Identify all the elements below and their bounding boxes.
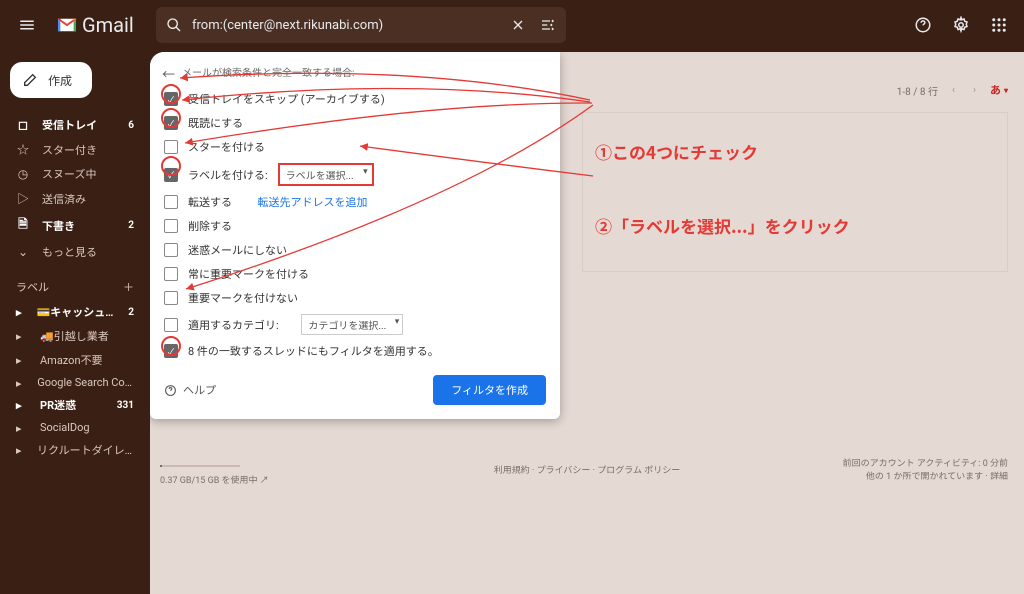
main-panel: 1-8 / 8 行 ‹ › あ▾ ← メールが検索条件と完全一致する場合: ✓受…: [150, 52, 1024, 594]
help-icon[interactable]: [910, 12, 936, 38]
labels-section-header: ラベル ＋: [6, 265, 144, 299]
filter-apply-existing[interactable]: ✓8 件の一致するスレッドにもフィルタを適用する。: [164, 339, 546, 363]
top-bar: Gmail: [0, 0, 1024, 50]
checkbox-icon[interactable]: [164, 140, 178, 154]
annotation-circle: [161, 84, 181, 104]
annotation-circle: [161, 108, 181, 128]
checkbox-icon[interactable]: [164, 219, 178, 233]
send-icon: ▷: [16, 190, 30, 207]
label-item[interactable]: ▸リクルートダイレクトス...: [6, 439, 144, 461]
draft-icon: 🗎: [16, 215, 30, 236]
policy-links[interactable]: 利用規約 · プライバシー · プログラム ポリシー: [494, 463, 680, 476]
label-icon: ▸: [16, 422, 28, 434]
nav-starred[interactable]: ☆スター付き: [6, 138, 144, 161]
search-icon[interactable]: [162, 13, 186, 37]
filter-never-important[interactable]: 重要マークを付けない: [164, 286, 546, 310]
add-label-icon[interactable]: ＋: [123, 279, 134, 295]
apps-icon[interactable]: [986, 12, 1012, 38]
input-mode-indicator[interactable]: あ▾: [990, 82, 1008, 98]
gmail-logo[interactable]: Gmail: [56, 13, 142, 37]
open-external-icon[interactable]: ↗: [260, 476, 269, 486]
nav-inbox[interactable]: ◻受信トレイ6: [6, 114, 144, 136]
checkbox-icon[interactable]: [164, 291, 178, 305]
category-select-dropdown[interactable]: カテゴリを選択...: [301, 314, 403, 335]
label-item[interactable]: ▸PR迷惑331: [6, 394, 144, 416]
label-select-dropdown[interactable]: ラベルを選択...: [278, 163, 374, 186]
clock-icon: ◷: [16, 167, 30, 181]
main-menu-icon[interactable]: [12, 10, 42, 40]
inbox-icon: ◻: [16, 118, 30, 132]
next-page-icon[interactable]: ›: [969, 85, 980, 96]
filter-always-important[interactable]: 常に重要マークを付ける: [164, 262, 546, 286]
header-right: [910, 12, 1012, 38]
checkbox-icon[interactable]: [164, 243, 178, 257]
pagination-text: 1-8 / 8 行: [897, 83, 938, 98]
filter-category[interactable]: 適用するカテゴリ: カテゴリを選択...: [164, 310, 546, 339]
back-arrow-icon[interactable]: ←: [162, 64, 175, 83]
filter-star[interactable]: スターを付ける: [164, 135, 546, 159]
storage-bar: [160, 465, 240, 467]
search-options-icon[interactable]: [536, 13, 560, 37]
list-header: 1-8 / 8 行 ‹ › あ▾: [897, 82, 1008, 98]
clear-search-icon[interactable]: [506, 13, 530, 37]
filter-create-popup: ← メールが検索条件と完全一致する場合: ✓受信トレイをスキップ (アーカイブす…: [150, 52, 560, 419]
annotation-text-1: ①この4つにチェック: [595, 139, 758, 164]
filter-skip-inbox[interactable]: ✓受信トレイをスキップ (アーカイブする): [164, 87, 546, 111]
create-filter-button[interactable]: フィルタを作成: [433, 375, 546, 405]
storage-footer: 0.37 GB/15 GB を使用中 ↗: [160, 465, 269, 486]
nav-more[interactable]: ⌄もっと見る: [6, 241, 144, 263]
label-icon: ▸: [16, 330, 28, 342]
search-input[interactable]: [192, 18, 500, 33]
filter-apply-label[interactable]: ✓ラベルを付ける:ラベルを選択...: [164, 159, 546, 190]
activity-footer: 前回のアカウント アクティビティ: 0 分前 他の 1 か所で開かれています ·…: [843, 456, 1008, 482]
star-icon: ☆: [16, 141, 30, 158]
popup-header: ← メールが検索条件と完全一致する場合:: [164, 64, 546, 87]
filter-forward[interactable]: 転送する 転送先アドレスを追加: [164, 190, 546, 214]
popup-footer: ヘルプ フィルタを作成: [164, 375, 546, 405]
annotation-circle: [161, 156, 181, 176]
filter-never-spam[interactable]: 迷惑メールにしない: [164, 238, 546, 262]
checkbox-icon[interactable]: [164, 267, 178, 281]
chevron-down-icon: ⌄: [16, 245, 30, 259]
label-item[interactable]: ▸🚚引越し業者: [6, 325, 144, 347]
compose-button[interactable]: 作成: [10, 62, 92, 98]
logo-text: Gmail: [82, 13, 134, 37]
label-icon: ▸: [16, 306, 25, 318]
checkbox-icon[interactable]: [164, 195, 178, 209]
add-forward-link[interactable]: 転送先アドレスを追加: [257, 194, 367, 210]
filter-delete[interactable]: 削除する: [164, 214, 546, 238]
annotation-text-2: ②「ラベルを選択...」をクリック: [595, 213, 850, 238]
label-item[interactable]: ▸💳キャッシュカード...2: [6, 301, 144, 323]
sidebar: 作成 ◻受信トレイ6 ☆スター付き ◷スヌーズ中 ▷送信済み 🗎下書き2 ⌄もっ…: [0, 50, 150, 594]
label-item[interactable]: ▸Google Search Console ...: [6, 373, 144, 392]
label-item[interactable]: ▸SocialDog: [6, 418, 144, 437]
label-icon: ▸: [16, 377, 25, 389]
label-item[interactable]: ▸Amazon不要: [6, 349, 144, 371]
label-icon: ▸: [16, 399, 28, 411]
search-bar: [156, 7, 566, 43]
label-icon: ▸: [16, 444, 25, 456]
label-icon: ▸: [16, 354, 28, 366]
filter-mark-read[interactable]: ✓既読にする: [164, 111, 546, 135]
nav-sent[interactable]: ▷送信済み: [6, 187, 144, 210]
checkbox-icon[interactable]: [164, 318, 178, 332]
help-link[interactable]: ヘルプ: [164, 382, 216, 398]
annotations-overlay: [582, 112, 1008, 272]
compose-label: 作成: [48, 72, 72, 89]
prev-page-icon[interactable]: ‹: [948, 85, 959, 96]
nav-snoozed[interactable]: ◷スヌーズ中: [6, 163, 144, 185]
annotation-circle: [161, 336, 181, 356]
settings-icon[interactable]: [948, 12, 974, 38]
nav-drafts[interactable]: 🗎下書き2: [6, 212, 144, 239]
